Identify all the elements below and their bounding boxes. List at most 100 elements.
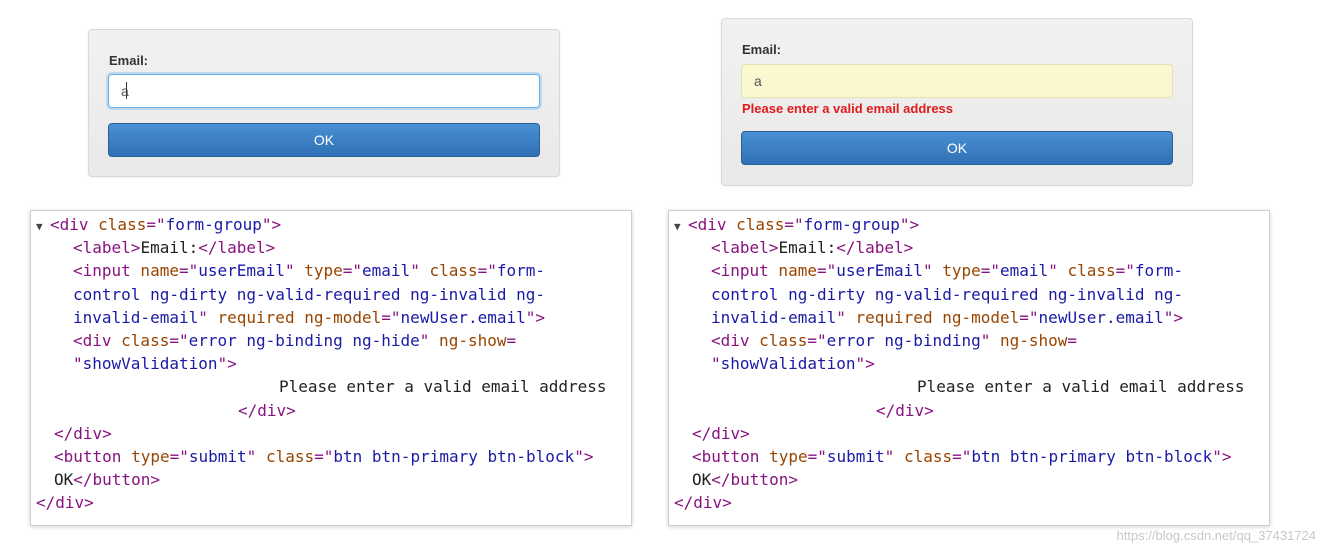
code-token: Please enter a valid email address: [917, 377, 1245, 397]
code-token: submit: [188, 447, 247, 466]
code-token: ">: [855, 354, 875, 374]
code-token: class: [111, 331, 170, 350]
code-token: ": [922, 261, 933, 281]
code-line: <input name="userEmail" type="email" cla…: [73, 259, 545, 282]
code-line: </div>: [674, 491, 732, 514]
code-token: =": [807, 447, 827, 466]
code-token: =": [1115, 261, 1135, 281]
code-token: class: [726, 215, 785, 234]
code-token: <input: [73, 261, 131, 281]
code-token: </div>: [692, 423, 750, 443]
code-token: ": [980, 331, 991, 350]
code-token: </div>: [238, 400, 296, 420]
code-token: <button: [54, 447, 122, 466]
code-token: <input: [711, 261, 769, 281]
code-line: OK</button>: [54, 468, 160, 491]
code-token: type: [759, 447, 808, 466]
code-token: userEmail: [836, 261, 923, 281]
code-token: =": [477, 261, 497, 281]
code-token: class: [256, 447, 315, 466]
code-token: ": [884, 447, 895, 466]
code-token: =": [146, 215, 166, 234]
code-line: </div>: [692, 422, 750, 445]
code-token: =": [807, 331, 827, 350]
code-token: ">: [217, 354, 237, 374]
watermark: https://blog.csdn.net/qq_37431724: [1116, 528, 1317, 543]
code-token: ": [711, 354, 721, 374]
code-line: </div>: [54, 422, 112, 445]
code-token: </label>: [836, 238, 914, 258]
email-input[interactable]: [108, 74, 540, 108]
code-token: =": [169, 331, 189, 350]
code-token: ">: [1212, 447, 1232, 466]
code-token: =: [506, 331, 517, 350]
code-token: invalid-email: [711, 307, 837, 327]
code-token: </div>: [54, 423, 112, 443]
expand-triangle-icon[interactable]: ▼: [36, 215, 50, 238]
code-line: </div>: [238, 399, 296, 422]
code-token: ": [284, 261, 295, 281]
code-token: class: [88, 215, 147, 234]
code-token: ": [410, 261, 420, 281]
code-token: required: [207, 307, 295, 327]
code-token: error ng-binding: [826, 331, 981, 350]
code-token: <label>: [73, 238, 141, 258]
code-token: </label>: [198, 238, 276, 258]
code-token: required: [845, 307, 933, 327]
email-form-invalid: Email: Please enter a valid email addres…: [721, 18, 1193, 186]
code-token: <div: [73, 331, 112, 350]
code-token: ": [1048, 261, 1058, 281]
code-line: ▼ <div class="form-group">: [36, 213, 281, 238]
devtools-elements-panel-left[interactable]: ▼ <div class="form-group"> <label>Email:</…: [30, 210, 632, 526]
code-token: userEmail: [198, 261, 285, 281]
code-token: OK: [692, 470, 712, 490]
code-token: email: [362, 261, 411, 281]
code-token: =": [342, 261, 363, 281]
ok-button[interactable]: OK: [741, 131, 1173, 165]
code-token: type: [932, 261, 981, 281]
code-token: =: [1067, 331, 1078, 350]
code-token: <div: [688, 215, 727, 234]
code-token: ": [198, 307, 208, 327]
code-line: <div class="error ng-binding" ng-show=: [711, 329, 1077, 352]
code-token: showValidation: [720, 354, 856, 374]
code-token: ": [73, 354, 83, 374]
code-token: =": [381, 307, 401, 327]
code-token: </button>: [711, 470, 798, 490]
code-token: ng-model: [932, 307, 1020, 327]
code-token: control ng-dirty ng-valid-required ng-in…: [73, 284, 546, 304]
code-token: ng-show: [429, 331, 507, 350]
code-token: form-: [496, 261, 546, 281]
code-line: <label>Email:</label>: [711, 236, 913, 259]
code-token: btn btn-primary btn-block: [333, 447, 575, 466]
email-input-invalid[interactable]: [741, 64, 1173, 98]
code-token: Email:: [778, 238, 837, 258]
code-token: ">: [574, 447, 594, 466]
code-line: </div>: [876, 399, 934, 422]
code-token: Email:: [140, 238, 199, 258]
code-token: =": [178, 261, 199, 281]
ok-button[interactable]: OK: [108, 123, 540, 157]
email-label: Email:: [109, 53, 149, 68]
code-line: control ng-dirty ng-valid-required ng-in…: [711, 283, 1183, 306]
code-token: name: [768, 261, 817, 281]
expand-triangle-icon[interactable]: ▼: [674, 215, 688, 238]
code-token: submit: [826, 447, 885, 466]
code-token: name: [130, 261, 179, 281]
code-token: type: [121, 447, 170, 466]
devtools-elements-panel-right[interactable]: ▼ <div class="form-group"> <label>Email:</…: [668, 210, 1270, 526]
code-line: control ng-dirty ng-valid-required ng-in…: [73, 283, 545, 306]
code-token: ng-show: [990, 331, 1068, 350]
code-line: Please enter a valid email address: [279, 375, 607, 398]
code-token: =": [816, 261, 837, 281]
code-line: OK</button>: [692, 468, 798, 491]
code-token: class: [419, 261, 478, 281]
code-token: <div: [50, 215, 89, 234]
code-token: </div>: [674, 493, 732, 513]
code-token: btn btn-primary btn-block: [971, 447, 1213, 466]
code-token: =": [1019, 307, 1039, 327]
code-token: type: [294, 261, 343, 281]
code-token: <div: [711, 331, 750, 350]
code-token: <label>: [711, 238, 779, 258]
code-line: <button type="submit" class="btn btn-pri…: [54, 445, 593, 468]
